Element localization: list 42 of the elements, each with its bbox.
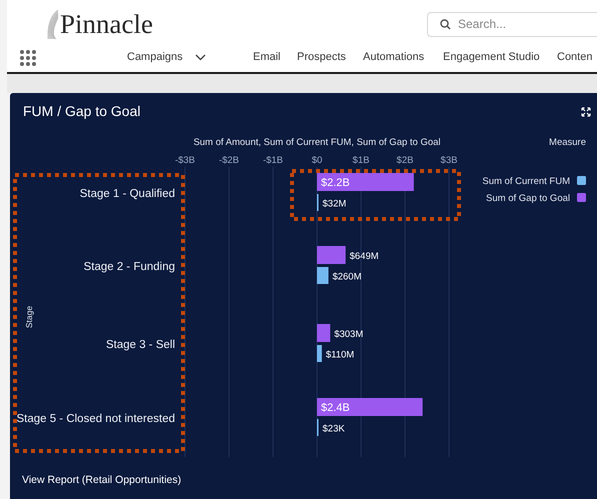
- value-label: $110M: [326, 350, 354, 360]
- search-icon: [440, 18, 451, 30]
- feather-logo-icon: [45, 8, 59, 40]
- chart-title: Sum of Amount, Sum of Current FUM, Sum of Gap to Goal: [193, 137, 441, 148]
- value-label: $2.4B: [321, 402, 350, 414]
- axis-tick-label: $1B: [352, 155, 370, 166]
- nav-tab[interactable]: Automations: [363, 49, 424, 66]
- axis-tick-label: -$1B: [262, 155, 284, 166]
- view-report-link[interactable]: View Report (Retail Opportunities): [22, 473, 182, 489]
- bar[interactable]: [317, 173, 414, 191]
- panel-title: FUM / Gap to Goal: [23, 102, 140, 121]
- expand-icon[interactable]: [581, 106, 591, 116]
- app-launcher-icon[interactable]: [19, 49, 37, 67]
- category-label: Stage 2 - Funding: [84, 261, 175, 273]
- category-label: Stage 3 - Sell: [106, 339, 175, 351]
- nav-tab[interactable]: Campaigns: [127, 49, 206, 66]
- axis-tick-label: $0: [312, 155, 322, 166]
- value-label: $303M: [334, 329, 364, 340]
- brand-logo-text: Pinnacle: [60, 10, 153, 38]
- bar[interactable]: [317, 345, 322, 362]
- category-label: Stage 1 - Qualified: [80, 188, 175, 200]
- nav-tab[interactable]: Prospects: [297, 49, 346, 66]
- nav-tab[interactable]: Conten: [557, 49, 592, 66]
- nav-tab[interactable]: Engagement Studio: [443, 49, 540, 66]
- legend-label: Sum of Gap to Goal: [486, 193, 570, 204]
- value-label: $23K: [322, 424, 345, 434]
- axis-label: Stage: [24, 306, 34, 328]
- value-label: $32M: [322, 198, 346, 210]
- axis-tick-label: -$2B: [218, 155, 240, 166]
- legend-title: Measure: [549, 137, 586, 148]
- search-field[interactable]: Search...: [427, 12, 597, 36]
- value-label: $2.2B: [321, 177, 350, 189]
- axis-tick-label: -$3B: [174, 155, 196, 166]
- bar[interactable]: [317, 324, 330, 342]
- category-label: Stage 5 - Closed not interested: [16, 413, 175, 425]
- axis-tick-label: $2B: [396, 155, 414, 166]
- nav-tab[interactable]: Email: [253, 49, 281, 66]
- axis-tick-label: $3B: [440, 155, 458, 166]
- value-label: $260M: [332, 272, 362, 282]
- bar[interactable]: [317, 398, 423, 416]
- value-label: $649M: [350, 251, 379, 262]
- legend-label: Sum of Current FUM: [482, 176, 570, 187]
